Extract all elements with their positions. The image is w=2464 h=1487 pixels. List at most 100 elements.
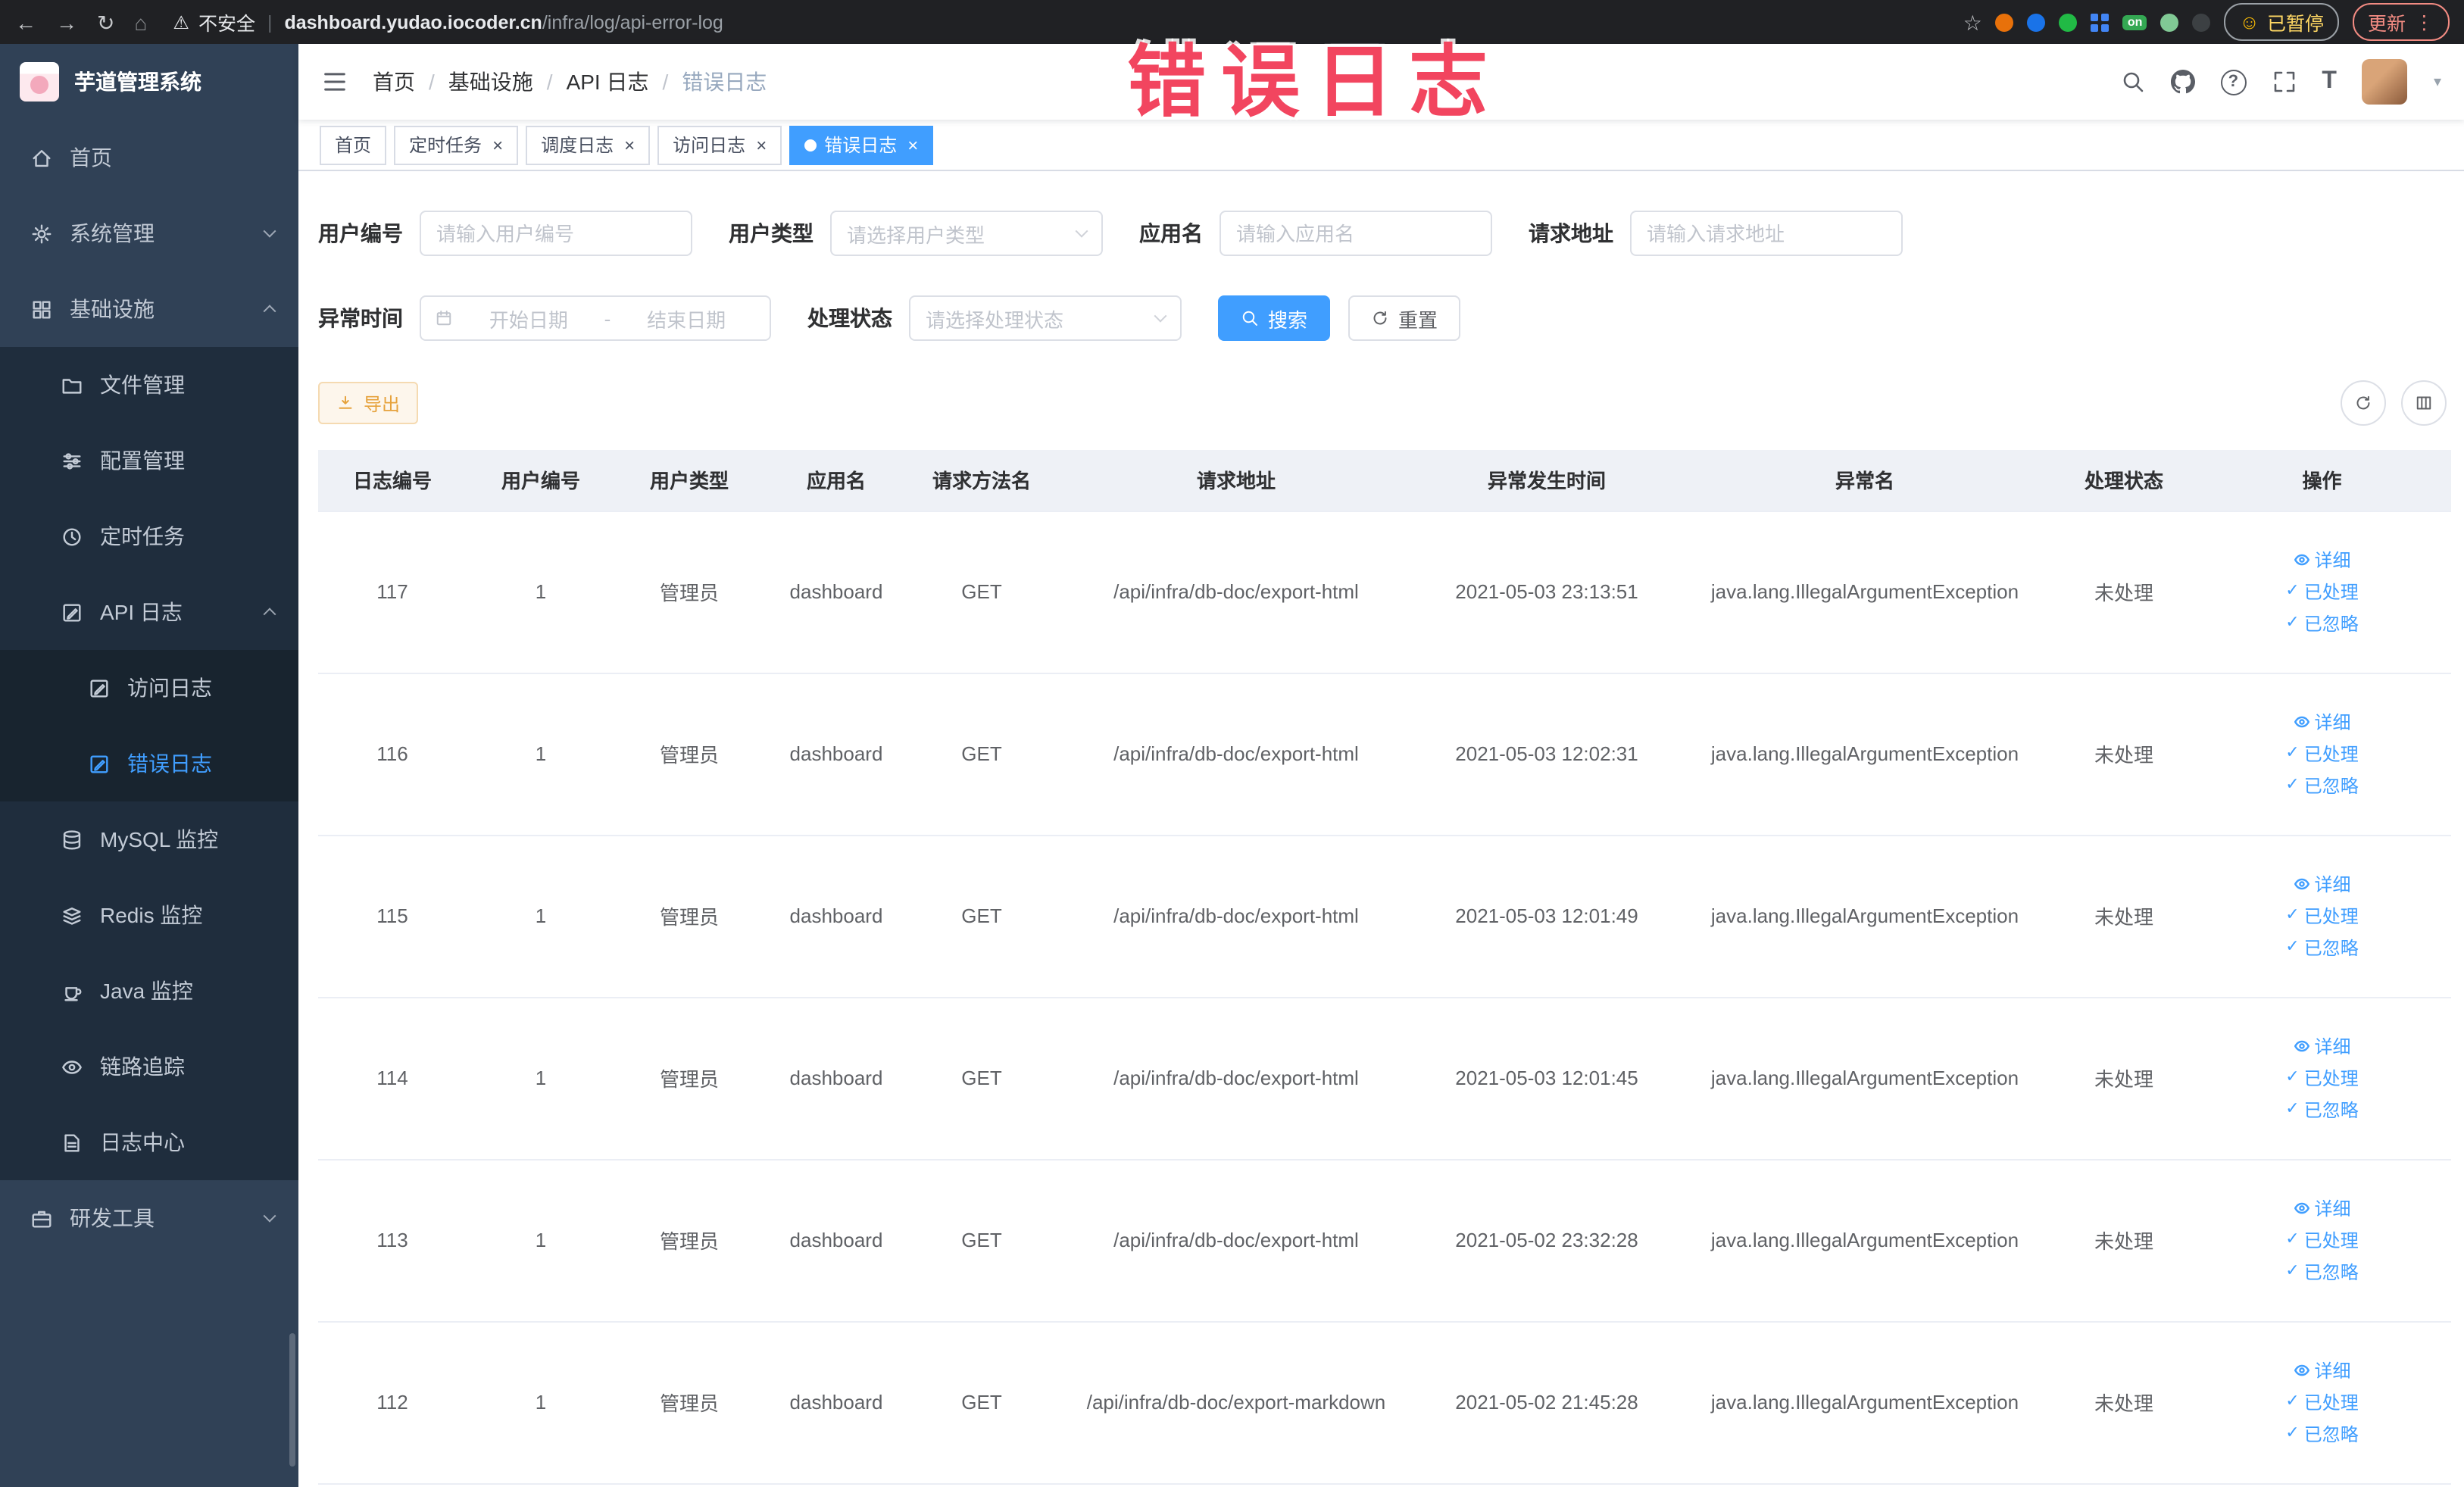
column-settings-button[interactable] bbox=[2400, 380, 2446, 426]
paused-badge[interactable]: ☺ 已暂停 bbox=[2224, 3, 2339, 41]
collapse-sidebar-icon[interactable] bbox=[321, 68, 348, 95]
tab-error-logs[interactable]: 错误日志 × bbox=[789, 125, 934, 164]
user-type-select[interactable]: 请选择用户类型 bbox=[830, 211, 1103, 256]
detail-link[interactable]: 详细 bbox=[2293, 709, 2351, 735]
tab-access-logs[interactable]: 访问日志 × bbox=[657, 125, 782, 164]
breadcrumb-home[interactable]: 首页 bbox=[373, 67, 415, 97]
detail-link[interactable]: 详细 bbox=[2293, 1033, 2351, 1059]
mark-ignored-link[interactable]: ✓ 已忽略 bbox=[2285, 611, 2358, 636]
sidebar-item-access-logs[interactable]: 访问日志 bbox=[0, 650, 298, 726]
mark-ignored-link[interactable]: ✓ 已忽略 bbox=[2285, 935, 2358, 961]
sidebar-item-infrastructure[interactable]: 基础设施 bbox=[0, 271, 298, 347]
check-icon: ✓ bbox=[2285, 1262, 2300, 1280]
date-range-picker[interactable]: 开始日期 - 结束日期 bbox=[420, 295, 771, 341]
extension-icon-leaf[interactable] bbox=[2160, 13, 2179, 31]
export-button[interactable]: 导出 bbox=[318, 382, 419, 424]
extension-icon-orange[interactable] bbox=[1995, 13, 2014, 31]
mark-processed-link[interactable]: ✓ 已处理 bbox=[2285, 579, 2358, 604]
app-name-input[interactable] bbox=[1220, 211, 1492, 256]
cell-exception-time: 2021-05-03 12:01:45 bbox=[1418, 997, 1675, 1160]
extension-icon-blue[interactable] bbox=[2027, 13, 2046, 31]
extension-icon-on-badge[interactable]: on bbox=[2122, 14, 2147, 30]
cell-exception-time: 2021-05-02 23:32:28 bbox=[1418, 1159, 1675, 1322]
browser-refresh-icon[interactable]: ↻ bbox=[97, 11, 114, 33]
mark-processed-link[interactable]: ✓ 已处理 bbox=[2285, 1227, 2358, 1253]
table-row: 113 1 管理员 dashboard GET /api/infra/db-do… bbox=[318, 1159, 2450, 1322]
close-icon[interactable]: × bbox=[624, 136, 635, 154]
eye-icon bbox=[2294, 554, 2309, 566]
sidebar-item-scheduled-tasks[interactable]: 定时任务 bbox=[0, 498, 298, 574]
sidebar-item-dev-tools[interactable]: 研发工具 bbox=[0, 1180, 298, 1256]
sidebar-item-home[interactable]: 首页 bbox=[0, 120, 298, 195]
sidebar-scrollbar[interactable] bbox=[289, 1332, 295, 1466]
security-indicator[interactable]: ⚠ 不安全 bbox=[173, 8, 255, 36]
cell-status: 未处理 bbox=[2054, 673, 2194, 836]
detail-link[interactable]: 详细 bbox=[2293, 1357, 2351, 1383]
download-icon bbox=[339, 395, 352, 409]
sidebar-item-api-logs[interactable]: API 日志 bbox=[0, 574, 298, 650]
mark-ignored-link[interactable]: ✓ 已忽略 bbox=[2285, 773, 2358, 798]
browser-back-icon[interactable]: ← bbox=[15, 11, 36, 33]
cell-actions: 详细 ✓ 已处理 ✓ 已忽略 bbox=[2194, 673, 2450, 836]
coffee-cup-icon bbox=[64, 986, 82, 1001]
extension-icon-green[interactable] bbox=[2059, 13, 2078, 31]
tab-schedule-logs[interactable]: 调度日志 × bbox=[526, 125, 651, 164]
sidebar-item-file-management[interactable]: 文件管理 bbox=[0, 347, 298, 423]
detail-link[interactable]: 详细 bbox=[2293, 1195, 2351, 1221]
font-size-icon[interactable]: T bbox=[2322, 68, 2337, 95]
user-id-input[interactable] bbox=[420, 211, 692, 256]
github-icon[interactable] bbox=[2170, 70, 2195, 94]
chevron-down-icon[interactable]: ▾ bbox=[2434, 73, 2441, 90]
mark-processed-link[interactable]: ✓ 已处理 bbox=[2285, 1389, 2358, 1415]
close-icon[interactable]: × bbox=[756, 136, 767, 154]
sidebar-item-log-center[interactable]: 日志中心 bbox=[0, 1104, 298, 1180]
detail-link[interactable]: 详细 bbox=[2293, 871, 2351, 897]
bookmark-star-icon[interactable]: ☆ bbox=[1963, 11, 1982, 33]
tab-home[interactable]: 首页 bbox=[320, 125, 387, 164]
reset-button[interactable]: 重置 bbox=[1348, 295, 1461, 341]
search-icon[interactable] bbox=[2120, 70, 2144, 94]
cell-exception-time: 2021-05-03 12:01:49 bbox=[1418, 835, 1675, 998]
breadcrumb-infrastructure[interactable]: 基础设施 bbox=[448, 67, 533, 97]
filter-row-1: 用户编号 用户类型 请选择用户类型 应用名 bbox=[318, 211, 2450, 256]
help-icon[interactable]: ? bbox=[2220, 69, 2247, 95]
browser-home-icon[interactable]: ⌂ bbox=[134, 11, 147, 33]
search-button[interactable]: 搜索 bbox=[1218, 295, 1331, 341]
address-bar[interactable]: ⚠ 不安全 | dashboard.yudao.iocoder.cn/infra… bbox=[173, 8, 1943, 36]
url-domain: dashboard.yudao.iocoder.cn bbox=[284, 11, 542, 33]
fullscreen-icon[interactable] bbox=[2272, 70, 2296, 94]
extension-icon-paw[interactable] bbox=[2192, 13, 2211, 31]
detail-link[interactable]: 详细 bbox=[2293, 547, 2351, 573]
sidebar-item-mysql-monitor[interactable]: MySQL 监控 bbox=[0, 801, 298, 877]
mark-ignored-link[interactable]: ✓ 已忽略 bbox=[2285, 1259, 2358, 1285]
process-status-select[interactable]: 请选择处理状态 bbox=[909, 295, 1182, 341]
sidebar-item-error-logs[interactable]: 错误日志 bbox=[0, 726, 298, 801]
mark-processed-link[interactable]: ✓ 已处理 bbox=[2285, 903, 2358, 929]
refresh-table-button[interactable] bbox=[2340, 380, 2385, 426]
browser-update-button[interactable]: 更新 ⋮ bbox=[2352, 3, 2449, 41]
cell-method: GET bbox=[909, 1159, 1054, 1322]
browser-forward-icon[interactable]: → bbox=[56, 11, 77, 33]
chevron-down-icon bbox=[1075, 224, 1088, 238]
close-icon[interactable]: × bbox=[492, 136, 503, 154]
avatar[interactable] bbox=[2362, 59, 2408, 105]
cell-actions: 详细 ✓ 已处理 ✓ 已忽略 bbox=[2194, 1321, 2450, 1484]
edit-square-icon bbox=[63, 603, 81, 621]
mark-ignored-link[interactable]: ✓ 已忽略 bbox=[2285, 1421, 2358, 1447]
sidebar-item-system[interactable]: 系统管理 bbox=[0, 195, 298, 271]
tab-scheduled-tasks[interactable]: 定时任务 × bbox=[394, 125, 519, 164]
breadcrumb-api-logs[interactable]: API 日志 bbox=[567, 67, 649, 97]
sidebar-logo[interactable]: 芋道管理系统 bbox=[0, 44, 298, 120]
extension-icon-grid[interactable] bbox=[2091, 13, 2110, 31]
request-url-input[interactable] bbox=[1630, 211, 1903, 256]
cell-actions: 详细 ✓ 已处理 ✓ 已忽略 bbox=[2194, 997, 2450, 1160]
mark-processed-link[interactable]: ✓ 已处理 bbox=[2285, 1065, 2358, 1091]
close-icon[interactable]: × bbox=[907, 136, 918, 154]
mark-ignored-link[interactable]: ✓ 已忽略 bbox=[2285, 1097, 2358, 1123]
sidebar-item-config-management[interactable]: 配置管理 bbox=[0, 423, 298, 498]
sidebar-item-redis-monitor[interactable]: Redis 监控 bbox=[0, 877, 298, 953]
sidebar-item-java-monitor[interactable]: Java 监控 bbox=[0, 953, 298, 1029]
sidebar-item-link-tracing[interactable]: 链路追踪 bbox=[0, 1029, 298, 1104]
cell-app-name: dashboard bbox=[764, 1321, 909, 1484]
mark-processed-link[interactable]: ✓ 已处理 bbox=[2285, 741, 2358, 767]
